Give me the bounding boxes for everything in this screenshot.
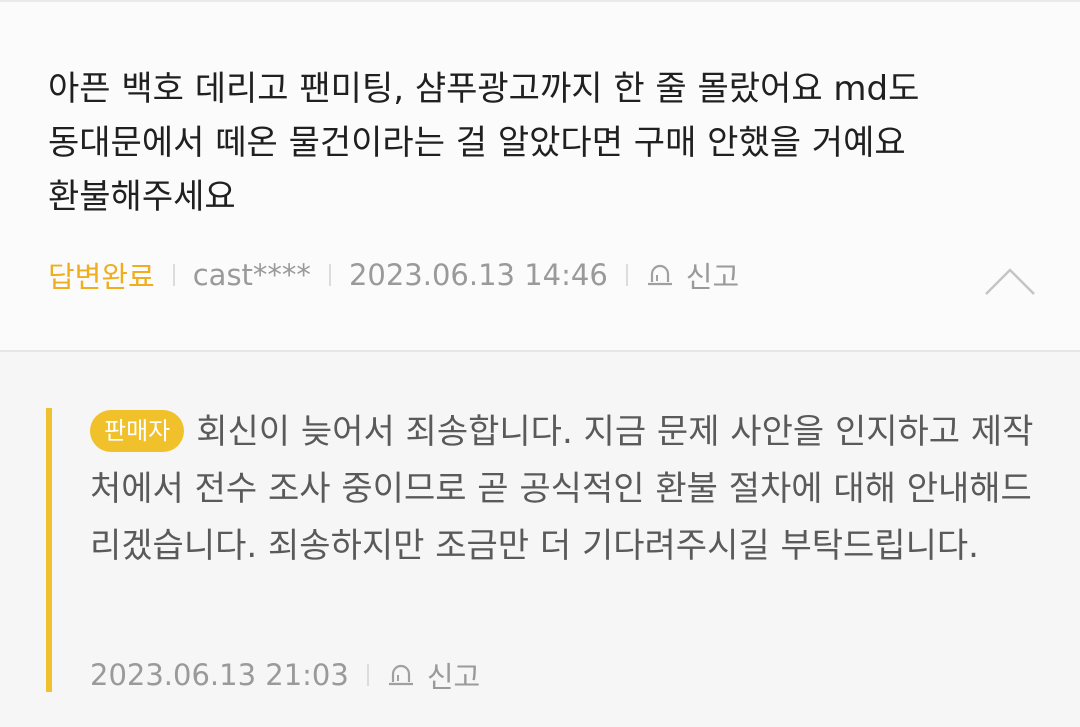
answer-section: 판매자 회신이 늦어서 죄송합니다. 지금 문제 사안을 인지하고 제작처에서 전… xyxy=(0,352,1080,727)
question-text: 아픈 백호 데리고 팬미팅, 샴푸광고까지 한 줄 몰랐어요 md도 동대문에서… xyxy=(48,69,920,217)
chevron-up-icon xyxy=(985,268,1035,295)
answer-meta: 2023.06.13 21:03 신고 xyxy=(90,654,480,696)
divider xyxy=(625,264,628,286)
question-meta: 답변완료 cast**** 2023.06.13 14:46 신고 xyxy=(48,254,739,296)
seller-badge: 판매자 xyxy=(90,410,185,452)
answer-status: 답변완료 xyxy=(48,260,155,294)
siren-icon xyxy=(647,264,672,286)
question-datetime: 2023.06.13 14:46 xyxy=(348,258,608,292)
answer-datetime: 2023.06.13 21:03 xyxy=(90,658,349,692)
question-section: 아픈 백호 데리고 팬미팅, 샴푸광고까지 한 줄 몰랐어요 md도 동대문에서… xyxy=(0,0,1080,352)
answer-report-button[interactable]: 신고 xyxy=(387,654,480,696)
divider xyxy=(366,664,369,686)
report-button[interactable]: 신고 xyxy=(646,254,739,296)
answer-text: 회신이 늦어서 죄송합니다. 지금 문제 사안을 인지하고 제작처에서 전수 조… xyxy=(90,412,1034,566)
report-label: 신고 xyxy=(426,660,481,694)
answer-body: 판매자 회신이 늦어서 죄송합니다. 지금 문제 사안을 인지하고 제작처에서 전… xyxy=(90,404,1040,575)
siren-icon xyxy=(388,664,413,686)
answer-accent-bar xyxy=(46,408,52,692)
divider xyxy=(328,264,331,286)
collapse-button[interactable] xyxy=(984,266,1036,296)
divider xyxy=(172,264,175,286)
author-id: cast**** xyxy=(192,258,311,292)
report-label: 신고 xyxy=(685,260,740,294)
